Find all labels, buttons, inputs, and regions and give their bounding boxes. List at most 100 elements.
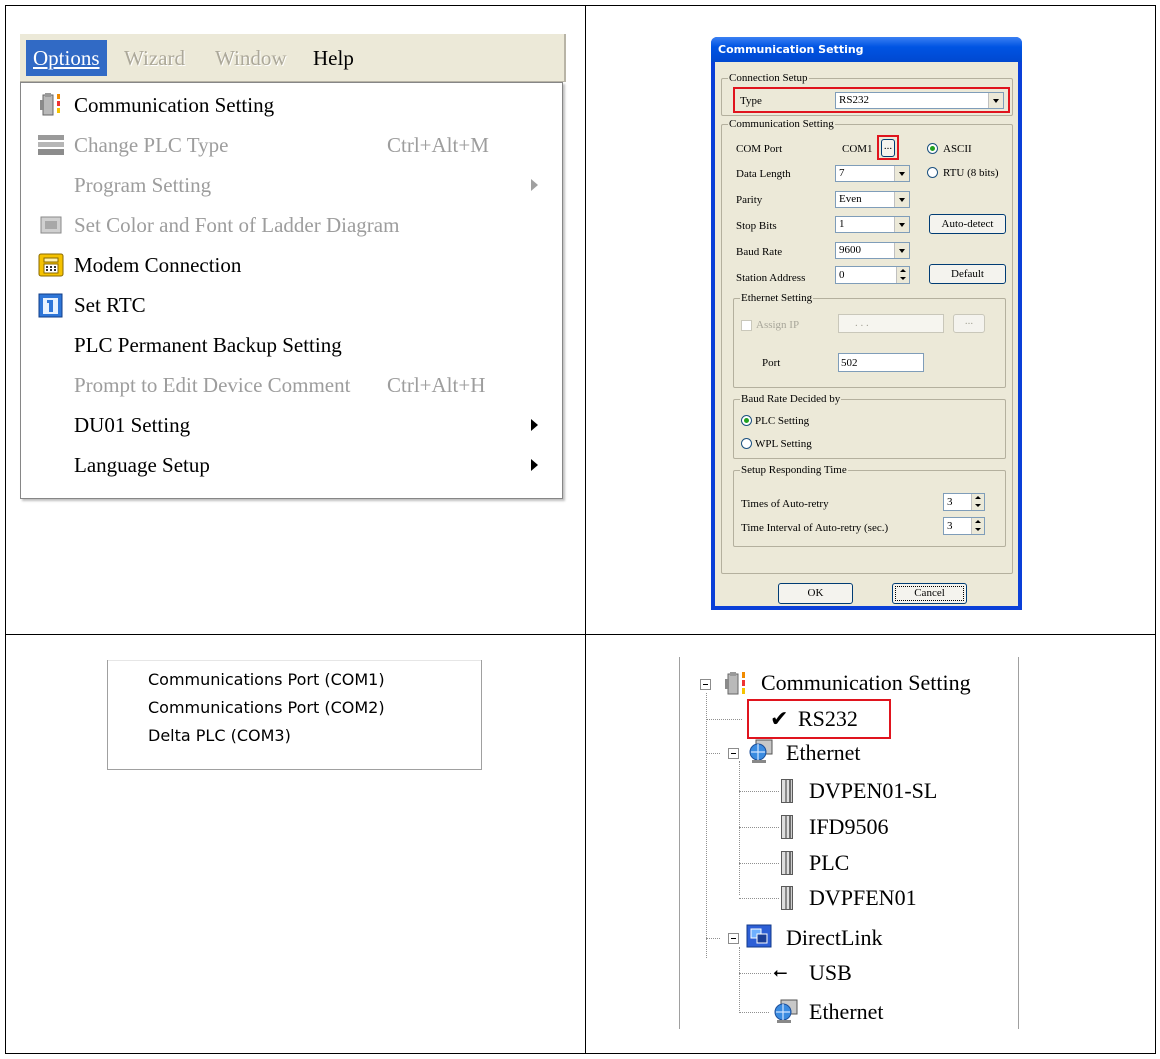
port-field[interactable]: 502 [838, 353, 924, 372]
collapse-directlink-icon[interactable] [728, 933, 739, 944]
wpl-setting-label: WPL Setting [755, 438, 812, 450]
parity-select[interactable]: Even [835, 191, 910, 208]
group-title: Communication Setting [728, 118, 835, 130]
spin-arrows-icon[interactable] [971, 494, 984, 510]
table-divider-vertical [585, 6, 586, 1053]
plc-setting-radio[interactable] [741, 415, 752, 426]
tree-node-dvpfen01[interactable]: DVPFEN01 [809, 884, 917, 912]
station-address-value: 0 [839, 269, 845, 281]
menu-item-communication-setting[interactable]: Communication Setting [21, 85, 562, 125]
submenu-arrow-icon [531, 179, 538, 191]
auto-detect-button[interactable]: Auto-detect [929, 214, 1006, 234]
chevron-down-icon[interactable] [894, 217, 909, 232]
list-item-com3[interactable]: Delta PLC (COM3) [148, 726, 291, 746]
tree-line [739, 973, 771, 974]
menu-help[interactable]: Help [306, 40, 361, 76]
menu-item-du01-setting[interactable]: DU01 Setting [21, 405, 562, 445]
options-dropdown: Communication Setting Change PLC Type Ct… [20, 82, 563, 499]
menu-item-language-setup[interactable]: Language Setup [21, 445, 562, 485]
ethernet-setting-group: Ethernet Setting Assign IP . . . ... Por… [733, 292, 1006, 388]
menu-window[interactable]: Window [208, 40, 293, 76]
assign-ip-label: Assign IP [756, 319, 800, 331]
stop-bits-value: 1 [839, 218, 845, 230]
collapse-root-icon[interactable] [700, 679, 711, 690]
spin-arrows-icon[interactable] [896, 267, 909, 283]
tree-line [739, 898, 779, 899]
dialog-body: Connection Setup Type RS232 Communicatio… [715, 62, 1018, 606]
menu-item-modem-connection[interactable]: Modem Connection [21, 245, 562, 285]
menu-item-prompt-device-comment[interactable]: Prompt to Edit Device Comment Ctrl+Alt+H [21, 365, 562, 405]
retry-stepper[interactable]: 3 [943, 493, 985, 511]
cancel-button[interactable]: Cancel [892, 583, 967, 604]
data-length-select[interactable]: 7 [835, 165, 910, 182]
tree-line [706, 719, 742, 720]
communication-plug-icon [40, 93, 60, 116]
chevron-down-icon[interactable] [894, 243, 909, 258]
menu-item-shortcut: Ctrl+Alt+M [387, 133, 489, 157]
menu-item-label: Language Setup [74, 453, 210, 477]
interval-label: Time Interval of Auto-retry (sec.) [741, 522, 889, 534]
submenu-arrow-icon [531, 419, 538, 431]
plc-device-icon [781, 886, 793, 910]
ip-address-field[interactable]: . . . [838, 314, 944, 333]
spin-arrows-icon[interactable] [971, 518, 984, 534]
default-button[interactable]: Default [929, 264, 1006, 284]
ascii-radio[interactable] [927, 143, 938, 154]
chevron-down-icon[interactable] [894, 192, 909, 207]
tree-node-dvpen01-sl[interactable]: DVPEN01-SL [809, 777, 937, 805]
stop-bits-label: Stop Bits [736, 220, 777, 232]
responding-time-group: Setup Responding Time Times of Auto-retr… [733, 464, 1006, 547]
highlight-box [733, 87, 1010, 113]
baud-rate-decided-group: Baud Rate Decided by PLC Setting WPL Set… [733, 393, 1006, 459]
data-length-label: Data Length [736, 168, 791, 180]
plc-setting-label: PLC Setting [755, 415, 810, 427]
list-item-com1[interactable]: Communications Port (COM1) [148, 670, 385, 690]
station-address-stepper[interactable]: 0 [835, 266, 910, 284]
menu-item-program-setting[interactable]: Program Setting [21, 165, 562, 205]
menu-item-plc-permanent-backup[interactable]: PLC Permanent Backup Setting [21, 325, 562, 365]
menu-item-change-plc-type[interactable]: Change PLC Type Ctrl+Alt+M [21, 125, 562, 165]
menu-item-set-rtc[interactable]: Set RTC [21, 285, 562, 325]
interval-value: 3 [947, 520, 953, 532]
menu-item-label: Communication Setting [74, 93, 275, 117]
data-length-value: 7 [839, 167, 845, 179]
modem-phone-icon [38, 253, 64, 277]
dialog-title: Communication Setting [711, 37, 1022, 62]
menu-item-label: Modem Connection [74, 253, 242, 277]
ok-button[interactable]: OK [778, 583, 853, 604]
tree-node-directlink[interactable]: DirectLink [786, 924, 883, 952]
tree-node-ifd9506[interactable]: IFD9506 [809, 813, 888, 841]
communication-plug-icon [725, 672, 745, 695]
menubar-edge [564, 34, 566, 82]
chevron-down-icon[interactable] [894, 166, 909, 181]
stop-bits-select[interactable]: 1 [835, 216, 910, 233]
communication-setting-group: Communication Setting COM Port COM1 ... … [721, 118, 1013, 574]
plc-device-icon [781, 815, 793, 839]
menu-wizard[interactable]: Wizard [117, 40, 192, 76]
tree-line [739, 827, 779, 828]
ip-browse-button[interactable]: ... [953, 314, 985, 333]
tree-node-communication-setting[interactable]: Communication Setting [761, 669, 971, 697]
tree-line [739, 863, 779, 864]
menu-item-set-color-font[interactable]: Set Color and Font of Ladder Diagram [21, 205, 562, 245]
rtu-radio[interactable] [927, 167, 938, 178]
baud-rate-select[interactable]: 9600 [835, 242, 910, 259]
wpl-setting-radio[interactable] [741, 438, 752, 449]
interval-stepper[interactable]: 3 [943, 517, 985, 535]
highlight-box [747, 699, 891, 739]
port-value: 502 [841, 357, 858, 369]
tree-node-plc[interactable]: PLC [809, 849, 849, 877]
menu-options[interactable]: Options [26, 40, 107, 76]
collapse-ethernet-icon[interactable] [728, 748, 739, 759]
station-address-label: Station Address [736, 272, 806, 284]
tree-node-directlink-ethernet[interactable]: Ethernet [809, 998, 884, 1026]
tree-line [706, 753, 720, 754]
tree-node-usb[interactable]: USB [809, 959, 852, 987]
tree-node-ethernet[interactable]: Ethernet [786, 739, 861, 767]
menu-item-label: Set RTC [74, 293, 146, 317]
tree-line [739, 947, 740, 1013]
usb-icon: ⭠ [773, 962, 788, 983]
list-item-com2[interactable]: Communications Port (COM2) [148, 698, 385, 718]
assign-ip-checkbox[interactable] [741, 320, 752, 331]
parity-label: Parity [736, 194, 763, 206]
